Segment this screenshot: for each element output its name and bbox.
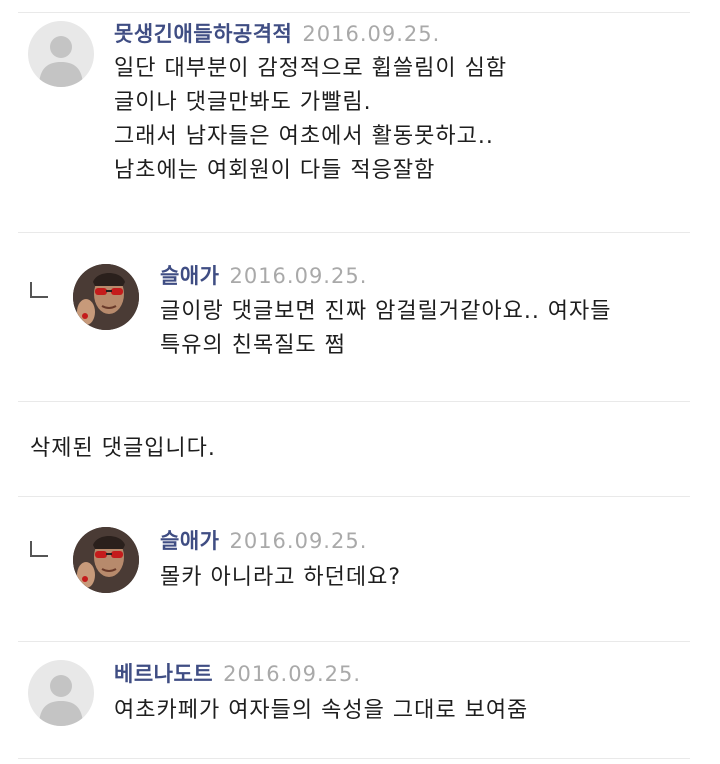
reply-indicator-icon [30, 282, 48, 298]
comment-thread: 못생긴애들하공격적 2016.09.25. 일단 대부분이 감정적으로 휩쓸림이 … [0, 0, 720, 764]
comment-text-line: 남초에는 여회원이 다들 적응잘함 [114, 158, 436, 183]
comment-date: 2016.09.25. [223, 662, 362, 686]
comment-meta: 못생긴애들하공격적 2016.09.25. [114, 18, 440, 48]
comment-body: 일단 대부분이 감정적으로 휩쓸림이 심함 글이나 댓글만봐도 가빨림. 그래서… [114, 52, 507, 188]
comment-body: 글이랑 댓글보면 진짜 암걸릴거같아요.. 여자들 특유의 친목질도 쩜 [160, 295, 612, 363]
comment-body: 여초카페가 여자들의 속성을 그대로 보여줌 [114, 694, 528, 728]
comment-meta: 슬애가 2016.09.25. [160, 260, 367, 290]
comment-author[interactable]: 못생긴애들하공격적 [114, 22, 292, 46]
default-avatar-icon[interactable] [28, 21, 94, 87]
comment-date: 2016.09.25. [229, 264, 368, 288]
comment-text-line: 글이나 댓글만봐도 가빨림. [114, 90, 372, 115]
comment-text-line: 일단 대부분이 감정적으로 휩쓸림이 심함 [114, 56, 508, 81]
comment-body: 몰카 아니라고 하던데요? [160, 561, 401, 595]
comment-meta: 슬애가 2016.09.25. [160, 525, 367, 555]
comment-item: 베르나도트 2016.09.25. 여초카페가 여자들의 속성을 그대로 보여줌 [0, 642, 720, 764]
comment-text-line: 글이랑 댓글보면 진짜 암걸릴거같아요.. 여자들 [160, 299, 612, 324]
comment-text-line: 그래서 남자들은 여초에서 활동못하고.. [114, 124, 494, 149]
reply-item: 슬애가 2016.09.25. 글이랑 댓글보면 진짜 암걸릴거같아요.. 여자들… [0, 233, 720, 401]
reply-item: 슬애가 2016.09.25. 몰카 아니라고 하던데요? [0, 497, 720, 641]
comment-author[interactable]: 슬애가 [160, 264, 219, 288]
comment-meta: 베르나도트 2016.09.25. [114, 658, 361, 688]
comment-date: 2016.09.25. [229, 529, 368, 553]
deleted-comment-text: 삭제된 댓글입니다. [30, 436, 216, 461]
user-avatar[interactable] [73, 527, 139, 593]
comment-author[interactable]: 슬애가 [160, 529, 219, 553]
comment-item: 못생긴애들하공격적 2016.09.25. 일단 대부분이 감정적으로 휩쓸림이 … [0, 0, 720, 232]
comment-author[interactable]: 베르나도트 [114, 662, 213, 686]
comment-text-line: 특유의 친목질도 쩜 [160, 333, 346, 358]
user-avatar[interactable] [73, 264, 139, 330]
divider [18, 758, 690, 759]
reply-indicator-icon [30, 541, 48, 557]
default-avatar-icon[interactable] [28, 660, 94, 726]
divider [18, 401, 690, 402]
comment-text-line: 여초카페가 여자들의 속성을 그대로 보여줌 [114, 698, 529, 723]
comment-text-line: 몰카 아니라고 하던데요? [160, 565, 402, 590]
comment-date: 2016.09.25. [302, 22, 441, 46]
